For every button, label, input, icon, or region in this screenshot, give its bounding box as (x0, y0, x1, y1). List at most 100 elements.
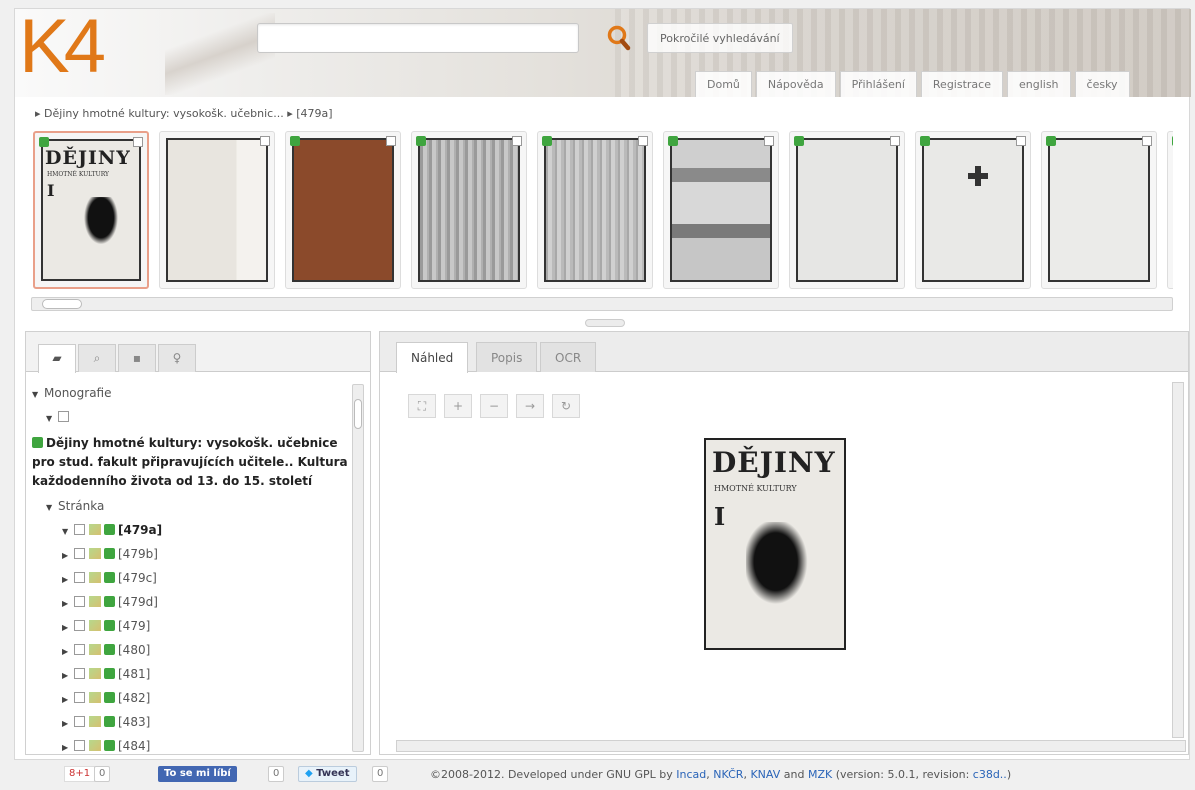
thumbnail-page[interactable] (789, 131, 905, 289)
collapse-arrow-icon[interactable]: ▶ (62, 713, 74, 735)
thumbnail-page[interactable] (1041, 131, 1157, 289)
tab-list[interactable]: ▪ (118, 344, 156, 372)
nav-english[interactable]: english (1006, 71, 1071, 97)
tree-page-item[interactable]: ▶ [483] (32, 711, 350, 735)
thumbnail-scrollbar[interactable] (31, 297, 1173, 311)
nav-register[interactable]: Registrace (920, 71, 1003, 97)
scrollbar-handle[interactable] (42, 299, 82, 309)
page-label-selected[interactable]: [479a] (118, 523, 162, 537)
scrollbar-handle[interactable] (354, 399, 362, 429)
tree-checkbox[interactable] (74, 692, 85, 703)
tree-checkbox[interactable] (74, 740, 85, 751)
thumbnail-checkbox[interactable] (1016, 136, 1026, 146)
page-label[interactable]: [480] (118, 643, 150, 657)
thumbnail-checkbox[interactable] (764, 136, 774, 146)
collapse-arrow-icon[interactable]: ▶ (62, 737, 74, 752)
collapse-arrow-icon[interactable]: ▶ (62, 569, 74, 591)
breadcrumb-item-page[interactable]: [479a] (296, 107, 332, 120)
link-knav[interactable]: KNAV (750, 768, 780, 781)
nav-czech[interactable]: česky (1074, 71, 1130, 97)
thumbnail-checkbox[interactable] (512, 136, 522, 146)
preview-horizontal-scrollbar[interactable] (396, 740, 1186, 752)
tree-checkbox[interactable] (58, 411, 69, 422)
link-revision[interactable]: c38d.. (973, 768, 1007, 781)
tree-checkbox[interactable] (74, 572, 85, 583)
tree-root-label[interactable]: Monografie (44, 386, 112, 400)
tweet-button[interactable]: ◆ Tweet (298, 766, 357, 782)
page-label[interactable]: [479d] (118, 595, 158, 609)
tab-description[interactable]: Popis (476, 342, 538, 372)
preview-vertical-scrollbar[interactable] (1172, 382, 1184, 738)
tree-checkbox[interactable] (74, 548, 85, 559)
expand-arrow-icon[interactable]: ▼ (62, 521, 74, 543)
thumbnail-checkbox[interactable] (890, 136, 900, 146)
tree-page-item[interactable]: ▼ [479a] (32, 519, 350, 543)
search-input[interactable] (257, 23, 579, 53)
zoom-out-button[interactable]: − (480, 394, 508, 418)
page-preview-image[interactable]: DĚJINY HMOTNÉ KULTURY I (704, 438, 846, 650)
panel-splitter-handle[interactable] (585, 319, 625, 327)
fit-to-screen-button[interactable]: ⛶ (408, 394, 436, 418)
thumbnail-checkbox[interactable] (638, 136, 648, 146)
tree-checkbox[interactable] (74, 644, 85, 655)
link-incad[interactable]: Incad (676, 768, 706, 781)
tree-checkbox[interactable] (74, 716, 85, 727)
collapse-arrow-icon[interactable]: ▶ (62, 665, 74, 687)
page-label[interactable]: [483] (118, 715, 150, 729)
collapse-arrow-icon[interactable]: ▶ (62, 593, 74, 615)
rotate-button[interactable]: ↻ (552, 394, 580, 418)
tree-node-group[interactable]: ▼ Stránka (32, 495, 350, 519)
collapse-arrow-icon[interactable]: ▶ (62, 689, 74, 711)
tree-page-item[interactable]: ▶ [479c] (32, 567, 350, 591)
nav-help[interactable]: Nápověda (755, 71, 836, 97)
thumbnail-checkbox[interactable] (260, 136, 270, 146)
expand-arrow-icon[interactable]: ▼ (46, 497, 58, 519)
next-button[interactable]: → (516, 394, 544, 418)
nav-login[interactable]: Přihlášení (839, 71, 917, 97)
tab-search[interactable]: ⌕ (78, 344, 116, 372)
tab-preview[interactable]: Náhled (396, 342, 469, 373)
zoom-in-button[interactable]: + (444, 394, 472, 418)
thumbnail-page[interactable] (411, 131, 527, 289)
expand-arrow-icon[interactable]: ▼ (46, 408, 58, 430)
thumbnail-page[interactable] (915, 131, 1031, 289)
tree-page-item[interactable]: ▶ [484] (32, 735, 350, 752)
page-label[interactable]: [479] (118, 619, 150, 633)
page-label[interactable]: [479b] (118, 547, 158, 561)
tab-tips[interactable]: ♀ (158, 344, 196, 372)
collapse-arrow-icon[interactable]: ▶ (62, 641, 74, 663)
thumbnail-page[interactable] (1167, 131, 1173, 289)
tree-page-item[interactable]: ▶ [479b] (32, 543, 350, 567)
tree-checkbox[interactable] (74, 596, 85, 607)
thumbnail-page[interactable] (537, 131, 653, 289)
thumbnail-page[interactable] (285, 131, 401, 289)
thumbnail-page[interactable] (159, 131, 275, 289)
tab-structure[interactable]: ▰ (38, 344, 76, 373)
k4-logo[interactable]: K4 (19, 9, 106, 90)
tree-scrollbar[interactable] (352, 384, 364, 752)
nav-home[interactable]: Domů (695, 71, 752, 97)
advanced-search-button[interactable]: Pokročilé vyhledávání (647, 23, 793, 53)
tab-ocr[interactable]: OCR (540, 342, 597, 372)
collapse-arrow-icon[interactable]: ▶ (62, 617, 74, 639)
thumbnail-page[interactable]: DĚJINY HMOTNÉ KULTURY I (33, 131, 149, 289)
tree-page-item[interactable]: ▶ [480] (32, 639, 350, 663)
link-nkcr[interactable]: NKČR (713, 768, 743, 781)
breadcrumb-item-title[interactable]: Dějiny hmotné kultury: vysokošk. učebnic… (44, 107, 284, 120)
page-label[interactable]: [481] (118, 667, 150, 681)
page-label[interactable]: [479c] (118, 571, 157, 585)
tree-node-root[interactable]: ▼ Monografie (32, 382, 350, 406)
tree-page-item[interactable]: ▶ [481] (32, 663, 350, 687)
tree-page-item[interactable]: ▶ [479] (32, 615, 350, 639)
link-mzk[interactable]: MZK (808, 768, 832, 781)
page-label[interactable]: [482] (118, 691, 150, 705)
thumbnail-checkbox[interactable] (133, 137, 143, 147)
facebook-like-button[interactable]: To se mi líbí (158, 766, 237, 782)
tree-checkbox[interactable] (74, 524, 85, 535)
tree-document-title[interactable]: Dějiny hmotné kultury: vysokošk. učebnic… (32, 434, 350, 491)
tree-checkbox[interactable] (74, 668, 85, 679)
tree-page-item[interactable]: ▶ [482] (32, 687, 350, 711)
collapse-arrow-icon[interactable]: ▶ (62, 545, 74, 567)
gplus-button[interactable]: 8+1 (64, 766, 96, 782)
expand-arrow-icon[interactable]: ▼ (32, 384, 44, 406)
